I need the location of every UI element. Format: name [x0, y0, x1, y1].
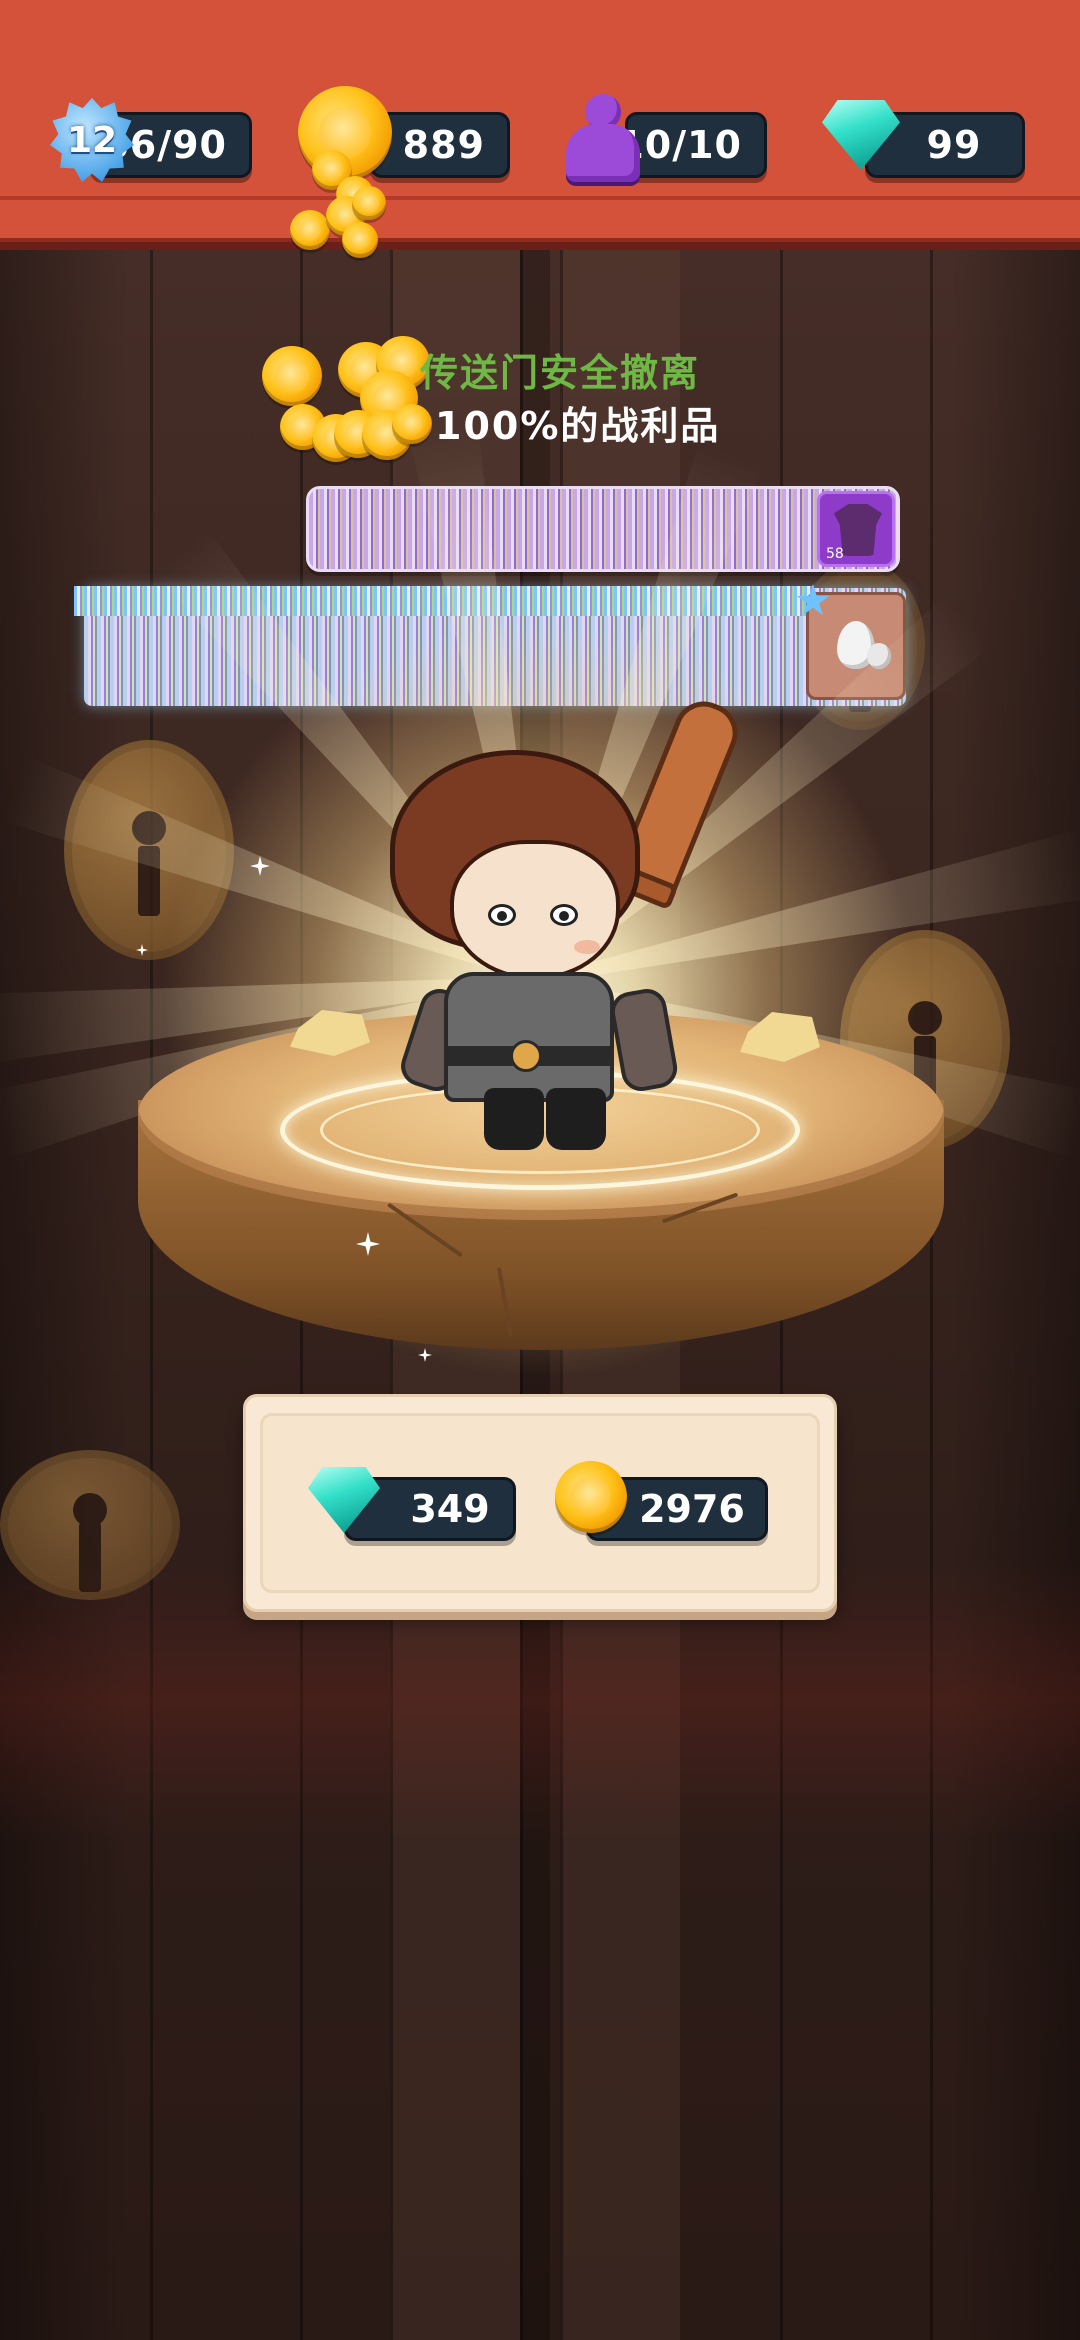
keyhole-decoration — [0, 1450, 180, 1600]
coin-value: 889 — [402, 123, 485, 167]
result-message-title: 传送门安全撤离 — [420, 351, 701, 395]
pawn-body — [566, 124, 640, 182]
loot-armor-slot[interactable]: 58 — [817, 491, 895, 567]
reward-gems-value: 349 — [410, 1487, 490, 1531]
gold-coin-icon — [555, 1461, 627, 1533]
flying-coin-icon — [342, 222, 378, 258]
energy-counter[interactable]: 10/10 — [617, 112, 767, 178]
wood-plank — [930, 240, 933, 2340]
hero-belt-buckle — [510, 1040, 542, 1072]
flying-coin-icon — [352, 186, 386, 220]
loot-stack-armor: 58 — [306, 486, 900, 572]
flying-coin-icon — [262, 346, 322, 406]
wood-plank — [150, 240, 153, 2340]
hero-arm — [607, 985, 681, 1095]
rewards-panel: 349 2976 — [243, 1394, 837, 1612]
hero-leg — [484, 1088, 544, 1150]
hero-leg — [546, 1088, 606, 1150]
coin-counter[interactable]: 889 — [370, 112, 510, 178]
reward-coins-value: 2976 — [639, 1487, 745, 1531]
hero-cheek — [574, 940, 600, 954]
top-bar-band — [0, 196, 1080, 200]
armor-count: 58 — [826, 546, 844, 562]
hero-eye — [488, 904, 516, 926]
hero-face — [450, 840, 620, 980]
hero-torso — [444, 972, 614, 1102]
level-value: 12 — [66, 119, 118, 161]
flying-coin-icon — [290, 210, 330, 250]
hero-eye — [550, 904, 578, 926]
hero-character — [380, 690, 747, 1160]
purple-pawn-icon — [566, 94, 640, 186]
gem-value: 99 — [926, 123, 982, 167]
